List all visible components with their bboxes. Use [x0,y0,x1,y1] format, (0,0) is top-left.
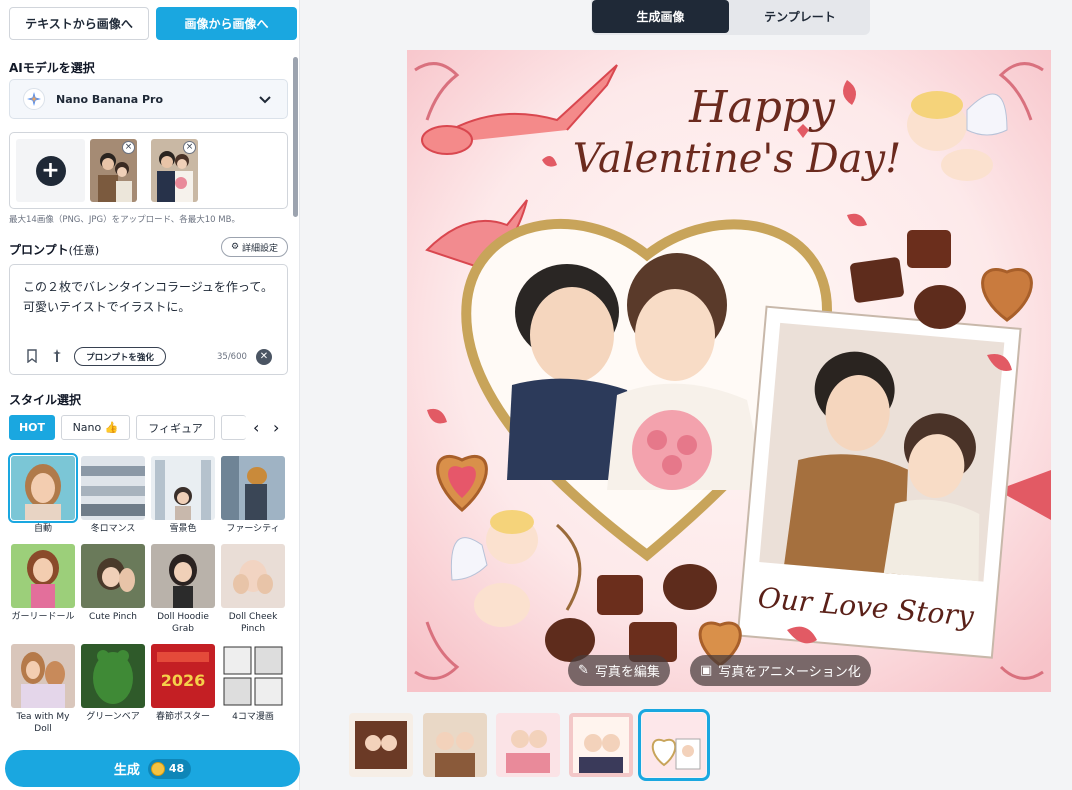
magic-wand-icon[interactable] [50,349,64,363]
style-label: グリーンベア [86,712,140,722]
remove-image-1-button[interactable]: × [122,141,135,154]
style-thumb [81,644,145,708]
headline-line-2: Valentine's Day! [573,136,901,182]
style-item-auto[interactable]: 自動 [8,453,78,535]
prompt-text[interactable]: この２枚でバレンタインコラージュを作って。可愛いテイストでイラストに。 [23,277,278,317]
style-item-winter-romance[interactable]: 冬ロマンス [81,456,145,535]
style-thumb [221,456,285,520]
credit-cost-badge: 48 [147,758,192,779]
style-item-doll-hoodie-grab[interactable]: Doll Hoodie Grab [151,544,215,635]
style-thumb: 2026 [151,644,215,708]
sidebar-scrollbar[interactable] [293,57,298,217]
valentine-illustration: Happy Valentine's Day! Our Love Story [407,50,1051,692]
style-label: 自動 [33,524,52,534]
edit-photo-label: 写真を編集 [594,665,660,680]
history-thumb-1[interactable] [349,713,413,777]
history-thumb-2[interactable] [423,713,487,777]
uploaded-image-2: × [151,139,198,202]
tab-image-to-image[interactable]: 画像から画像へ [156,7,297,40]
style-label: Doll Cheek Pinch [228,612,278,634]
coin-icon [150,761,165,776]
generate-label: 生成 [113,763,140,778]
enhance-prompt-button[interactable]: プロンプトを強化 [74,347,166,366]
headline-line-1: Happy [688,82,836,133]
history-thumb-5-selected[interactable] [638,709,710,781]
style-thumb [81,456,145,520]
animate-photo-label: 写真をアニメーション化 [718,665,861,680]
style-item-green-bear[interactable]: グリーンベア [81,644,145,723]
image-animate-icon: ▣ [700,663,713,678]
tab-templates[interactable]: テンプレート [730,0,870,33]
style-item-doll-cheek-pinch[interactable]: Doll Cheek Pinch [221,544,285,635]
style-chip-hot[interactable]: HOT [9,415,55,440]
style-chip-figure[interactable]: フィギュア [136,415,215,440]
style-thumb [11,544,75,608]
prompt-textarea[interactable]: この２枚でバレンタインコラージュを作って。可愛いテイストでイラストに。 プロンプ… [9,264,288,375]
history-thumb-3[interactable] [496,713,560,777]
remove-image-2-button[interactable]: × [183,141,196,154]
prompt-label-text: プロンプト [9,243,69,257]
tab-generated-images[interactable]: 生成画像 [592,0,729,33]
style-label: 4コマ漫画 [232,712,274,722]
style-label: 冬ロマンス [90,524,136,534]
prompt-optional: (任意) [68,244,100,257]
style-label: ファーシティ [226,524,280,534]
credit-cost: 48 [168,762,185,775]
prompt-char-counter: 35/600 [217,352,247,362]
style-label: Doll Hoodie Grab [157,612,209,634]
sparkle-icon [23,88,45,110]
style-thumb [221,544,285,608]
bookmark-icon[interactable] [25,349,39,363]
chevron-left-icon[interactable]: ‹ [253,418,259,437]
tab-text-to-image[interactable]: テキストから画像へ [9,7,149,40]
detail-settings-label: 詳細設定 [242,243,279,254]
style-thumb [81,544,145,608]
prompt-label: プロンプト(任意) [9,241,99,258]
edit-photo-button[interactable]: ✎ 写真を編集 [568,655,670,686]
style-thumb [151,456,215,520]
upload-area[interactable]: + × × [9,132,288,209]
style-item-snow-scene[interactable]: 雪景色 [151,456,215,535]
style-label: Cute Pinch [88,612,137,622]
generate-button[interactable]: 生成 48 [5,750,300,787]
view-tabs: 生成画像 テンプレート [591,0,870,35]
style-item-4koma-manga[interactable]: 4コマ漫画 [221,644,285,723]
style-chip-partial[interactable] [221,415,246,440]
add-image-button[interactable]: + [16,139,85,202]
model-section-label: AIモデルを選択 [9,61,95,75]
style-item-cute-pinch[interactable]: Cute Pinch [81,544,145,623]
style-label: 雪景色 [169,524,197,534]
magic-wand-icon: ✎ [578,663,589,678]
style-thumb [11,644,75,708]
detail-settings-button[interactable]: ⚙ 詳細設定 [221,237,288,257]
animate-photo-button[interactable]: ▣ 写真をアニメーション化 [690,655,871,686]
chevron-down-icon [259,96,271,104]
style-label: ガーリードール [11,612,75,622]
style-label: 春節ポスター [155,712,210,722]
style-thumb [8,453,78,523]
plus-icon: + [35,155,66,186]
style-section-label: スタイル選択 [9,393,82,407]
svg-text:2026: 2026 [161,671,206,690]
clear-prompt-button[interactable]: ✕ [256,349,272,365]
gear-icon: ⚙ [230,242,240,252]
style-item-tea-with-doll[interactable]: Tea with My Doll [11,644,75,735]
model-name: Nano Banana Pro [56,92,164,106]
sidebar: テキストから画像へ 画像から画像へ AIモデルを選択 Nano Banana P… [0,0,300,790]
style-chip-nano[interactable]: Nano 👍 [61,415,130,440]
style-thumb [151,544,215,608]
style-label: Tea with My Doll [16,712,70,734]
style-thumb [221,644,285,708]
upload-limit-note: 最大14画像（PNG、JPG）をアップロード、各最大10 MB。 [9,215,240,225]
app-root: テキストから画像へ 画像から画像へ AIモデルを選択 Nano Banana P… [0,0,1072,790]
chevron-right-icon[interactable]: › [273,418,279,437]
generated-image[interactable]: Happy Valentine's Day! Our Love Story [407,50,1051,692]
history-thumb-4[interactable] [569,713,633,777]
style-item-girly-doll[interactable]: ガーリードール [11,544,75,623]
style-item-new-year-poster[interactable]: 2026 春節ポスター [151,644,215,723]
uploaded-image-1: × [90,139,137,202]
model-dropdown[interactable]: Nano Banana Pro [9,79,288,119]
style-item-furry-city[interactable]: ファーシティ [221,456,285,535]
